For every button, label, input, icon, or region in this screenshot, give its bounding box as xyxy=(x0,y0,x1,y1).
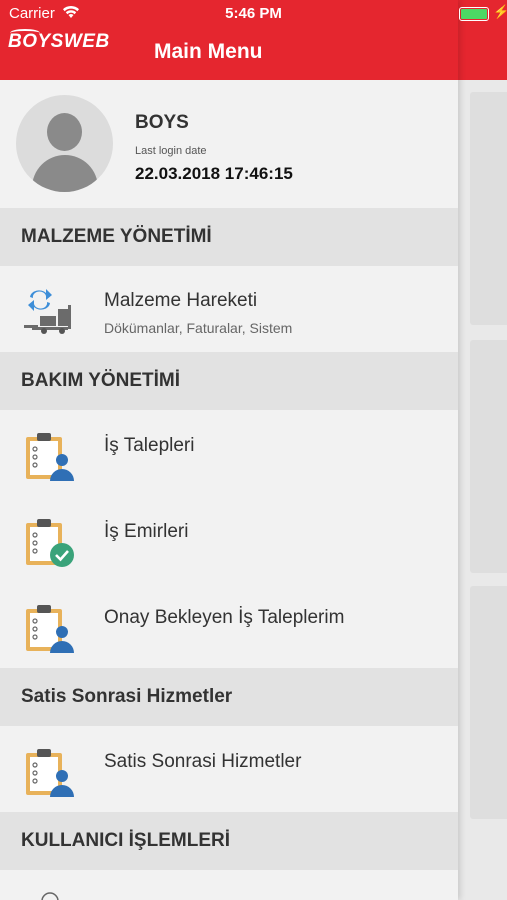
clipboard-user-icon xyxy=(26,433,74,481)
menu-item-malzeme-hareketi[interactable]: Malzeme Hareketi Dökümanlar, Faturalar, … xyxy=(0,266,458,352)
menu-item-partial[interactable] xyxy=(0,870,458,900)
section-header-kullanici: KULLANICI İŞLEMLERİ xyxy=(0,812,458,870)
section-header-bakim: BAKIM YÖNETİMİ xyxy=(0,352,458,410)
last-login-date: 22.03.2018 17:46:15 xyxy=(135,164,293,183)
status-bar: Carrier 5:46 PM xyxy=(0,0,458,28)
main-card[interactable] xyxy=(470,340,507,573)
menu-item-label: İş Talepleri xyxy=(104,435,195,456)
clipboard-user-icon xyxy=(26,605,74,653)
user-name: BOYS xyxy=(135,112,189,133)
clipboard-user-icon xyxy=(26,749,74,797)
section-header-malzeme: MALZEME YÖNETİMİ xyxy=(0,208,458,266)
main-card[interactable] xyxy=(470,92,507,325)
status-time: 5:46 PM xyxy=(225,5,282,22)
clipboard-check-icon xyxy=(26,519,74,567)
menu-item-is-talepleri[interactable]: İş Talepleri xyxy=(0,410,458,496)
menu-item-onay-bekleyen[interactable]: Onay Bekleyen İş Taleplerim xyxy=(0,582,458,668)
section-title: MALZEME YÖNETİMİ xyxy=(21,226,212,247)
section-title: Satis Sonrasi Hizmetler xyxy=(21,686,233,707)
main-card[interactable] xyxy=(470,586,507,819)
brand-logo: BOYSWEB xyxy=(8,31,110,52)
menu-item-label: Onay Bekleyen İş Taleplerim xyxy=(104,607,345,628)
forklift-transfer-icon xyxy=(24,289,71,334)
menu-item-label: İş Emirleri xyxy=(104,521,189,542)
settings-partial-icon xyxy=(41,892,59,900)
menu-item-label: Satis Sonrasi Hizmetler xyxy=(104,751,302,772)
section-header-satis: Satis Sonrasi Hizmetler xyxy=(0,668,458,726)
avatar-placeholder-icon xyxy=(16,95,113,192)
menu-item-label: Malzeme Hareketi xyxy=(104,290,258,311)
page-title: Main Menu xyxy=(154,40,263,63)
section-title: BAKIM YÖNETİMİ xyxy=(21,370,181,391)
menu-item-is-emirleri[interactable]: İş Emirleri xyxy=(0,496,458,582)
section-title: KULLANICI İŞLEMLERİ xyxy=(21,830,230,851)
menu-item-satis-sonrasi[interactable]: Satis Sonrasi Hizmetler xyxy=(0,726,458,812)
menu-item-subtitle: Dökümanlar, Faturalar, Sistem xyxy=(104,320,293,336)
side-drawer: Carrier 5:46 PM BOYSWEB Main Menu BOYS L… xyxy=(0,0,458,900)
last-login-label: Last login date xyxy=(135,145,207,157)
